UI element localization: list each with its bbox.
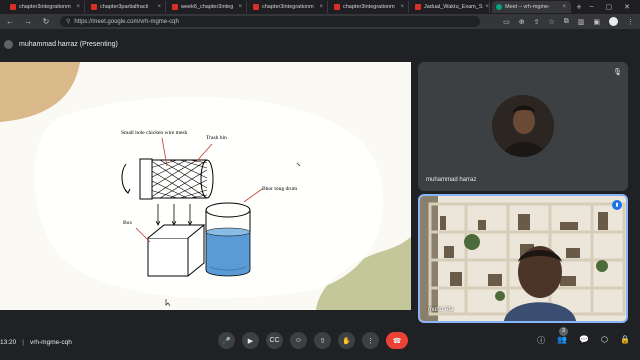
tab-label: week6_chapter3integ — [181, 4, 234, 10]
maximize-icon[interactable]: ▢ — [606, 3, 613, 11]
close-icon[interactable]: × — [76, 4, 80, 10]
close-icon[interactable]: × — [486, 4, 490, 10]
activities-icon[interactable]: ⬡ — [601, 335, 608, 346]
close-icon[interactable]: × — [319, 4, 323, 10]
tab-label: Jadual_Waktu_Exam_S — [424, 4, 483, 10]
participant-name: muhd Afa — [428, 307, 454, 313]
meet-controls: 13:20 | vrh-mgme-cqh 🎤 ▶ CC ☺ ⇧ ✋ ⋮ ☎ 3 … — [0, 324, 640, 360]
label-trash-bin: Trash bin — [206, 135, 227, 141]
downloads-icon[interactable]: ▣ — [593, 18, 600, 26]
tab-label: chapter3integrationm — [19, 4, 71, 10]
toolbar-icons: ▭ ⊕ ⇪ ☆ ⧉ ▥ ▣ ⋮ — [503, 17, 634, 26]
speaking-indicator-icon: ▮ — [612, 200, 622, 210]
profile-avatar[interactable] — [609, 17, 618, 26]
tab-2[interactable]: week6_chapter3integ × — [168, 1, 247, 13]
pointer-cursor-icon — [165, 299, 171, 307]
close-icon[interactable]: × — [238, 4, 242, 10]
mic-icon[interactable]: 🎤 — [218, 332, 235, 349]
pdf-icon — [10, 4, 16, 10]
info-icon[interactable]: ⓘ — [537, 335, 545, 346]
more-icon[interactable]: ⋮ — [362, 332, 379, 349]
pdf-icon — [415, 4, 421, 10]
tab-5[interactable]: Jadual_Waktu_Exam_S × — [411, 1, 490, 13]
raise-hand-icon[interactable]: ✋ — [338, 332, 355, 349]
participant-avatar — [492, 95, 554, 157]
separator: | — [22, 338, 24, 346]
tab-label: chapter3partialfracti — [100, 4, 149, 10]
zoom-icon[interactable]: ⊕ — [519, 18, 525, 26]
label-drum: Bhor tong drum — [262, 186, 298, 192]
label-mesh: Small hole chicken wire mesh — [121, 130, 188, 136]
people-icon[interactable]: 👥 — [557, 335, 567, 346]
mic-off-icon: 🎙 — [613, 69, 622, 76]
url-field[interactable]: ⚲ https://meet.google.com/vrh-mgme-cqh — [60, 16, 480, 27]
participant-video-tile[interactable]: ▮ muhd Afa — [418, 194, 628, 323]
shared-screen: Small hole chicken wire mesh Trash bin B… — [0, 62, 411, 310]
pdf-icon — [172, 4, 178, 10]
presenter-avatar — [4, 40, 13, 49]
top-left-blob — [0, 62, 80, 122]
pdf-icon — [334, 4, 340, 10]
menu-icon[interactable]: ⋮ — [627, 18, 634, 26]
tab-4[interactable]: chapter3integrationm × — [330, 1, 409, 13]
tab-label: Meet – vrh-mgme- — [505, 4, 550, 10]
minimize-icon[interactable]: – — [590, 3, 594, 11]
present-icon[interactable]: ⇧ — [314, 332, 331, 349]
meeting-time: 13:20 — [0, 338, 17, 346]
label-box: Box — [123, 220, 132, 226]
presenting-label: muhammad harraz (Presenting) — [19, 41, 118, 48]
tab-label: chapter3integrationm — [262, 4, 314, 10]
browser-tab-bar: chapter3integrationm × chapter3partialfra… — [0, 0, 640, 14]
forward-icon[interactable]: → — [24, 17, 32, 26]
tab-3[interactable]: chapter3integrationm × — [249, 1, 328, 13]
share-icon[interactable]: ⇪ — [534, 18, 540, 26]
reload-icon[interactable]: ↻ — [42, 17, 50, 26]
end-call-icon[interactable]: ☎ — [386, 332, 408, 349]
meeting-code: vrh-mgme-cqh — [29, 338, 72, 346]
camera-icon[interactable]: ▶ — [242, 332, 259, 349]
emoji-icon[interactable]: ☺ — [290, 332, 307, 349]
tab-label: chapter3integrationm — [343, 4, 395, 10]
split-icon[interactable]: ▥ — [578, 18, 585, 26]
presenting-bar: muhammad harraz (Presenting) — [0, 29, 640, 60]
tab-1[interactable]: chapter3partialfracti × — [87, 1, 166, 13]
extensions-icon[interactable]: ⧉ — [564, 18, 569, 26]
video-feed — [420, 196, 626, 321]
meeting-info: 13:20 | vrh-mgme-cqh — [0, 339, 72, 346]
address-bar: ← → ↻ ⚲ https://meet.google.com/vrh-mgme… — [0, 14, 640, 29]
slide-diagram: Small hole chicken wire mesh Trash bin B… — [0, 62, 411, 310]
window-controls: – ▢ ✕ — [590, 3, 640, 11]
close-icon[interactable]: × — [400, 4, 404, 10]
bookmark-icon[interactable]: ☆ — [548, 18, 554, 26]
close-icon[interactable]: × — [157, 4, 161, 10]
back-icon[interactable]: ← — [6, 17, 14, 26]
meet-icon — [496, 4, 502, 10]
participant-tile[interactable]: 🎙 muhammad harraz — [418, 62, 628, 191]
tab-6[interactable]: Meet – vrh-mgme- × — [492, 1, 571, 13]
participant-name: muhammad harraz — [426, 177, 477, 183]
close-icon[interactable]: × — [562, 4, 566, 10]
cast-icon[interactable]: ▭ — [503, 18, 510, 26]
side-controls: ⓘ 👥 💬 ⬡ 🔒 — [537, 335, 630, 346]
host-controls-icon[interactable]: 🔒 — [620, 335, 630, 346]
tab-0[interactable]: chapter3integrationm × — [6, 1, 85, 13]
captions-icon[interactable]: CC — [266, 332, 283, 349]
close-window-icon[interactable]: ✕ — [624, 3, 630, 11]
pdf-icon — [91, 4, 97, 10]
chat-icon[interactable]: 💬 — [579, 335, 589, 346]
call-controls: 🎤 ▶ CC ☺ ⇧ ✋ ⋮ ☎ — [218, 332, 408, 349]
pdf-icon — [253, 4, 259, 10]
url-text: https://meet.google.com/vrh-mgme-cqh — [74, 18, 179, 25]
new-tab-icon[interactable]: + — [573, 2, 585, 12]
site-info-icon[interactable]: ⚲ — [66, 18, 70, 25]
